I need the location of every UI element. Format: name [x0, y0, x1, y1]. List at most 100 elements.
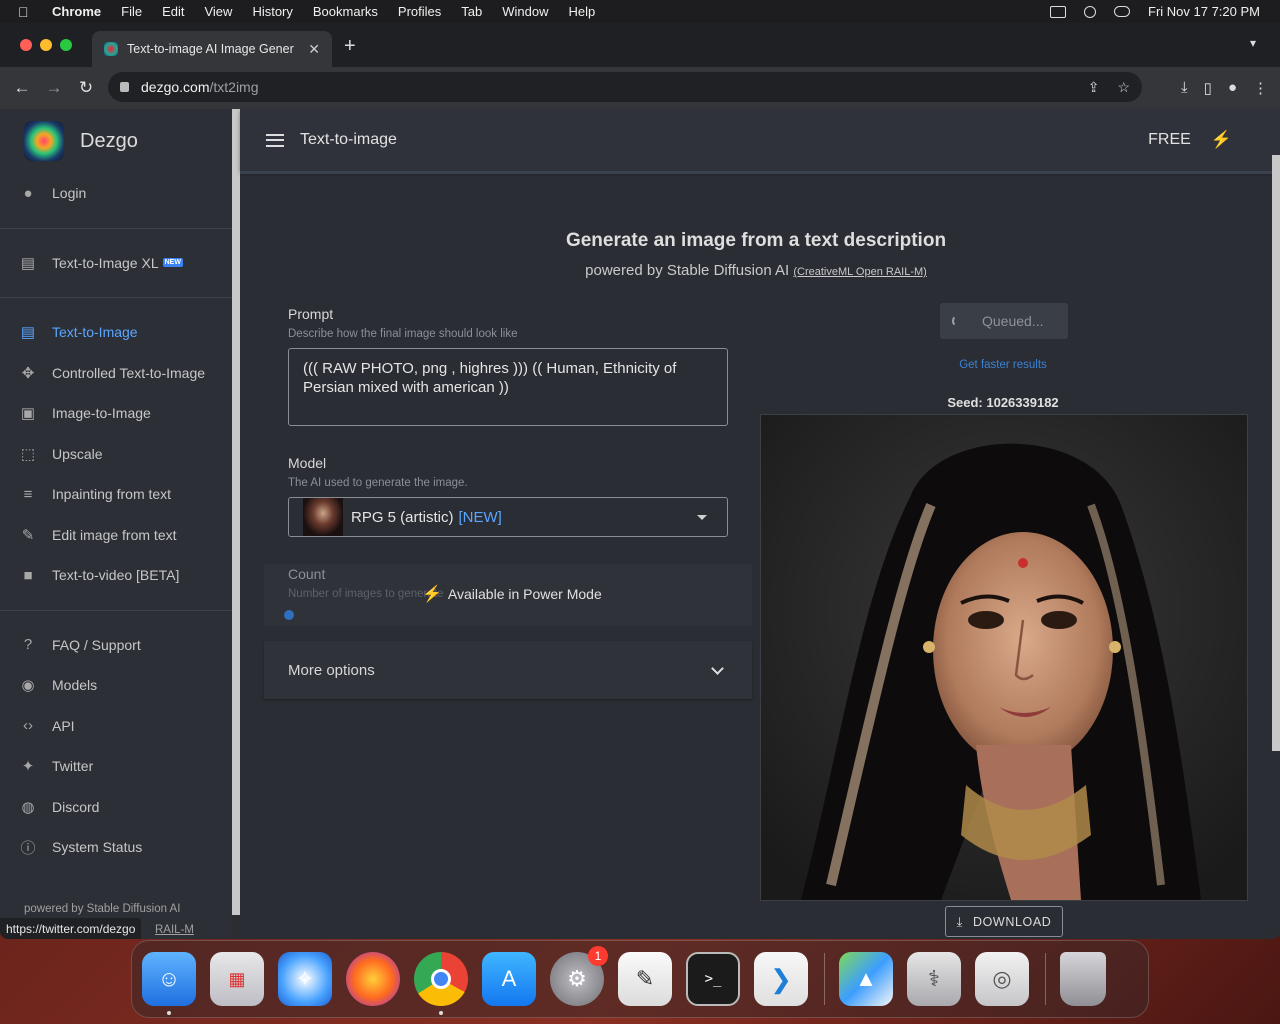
- bookmark-star-icon[interactable]: ☆: [1117, 79, 1130, 96]
- lock-icon[interactable]: [120, 82, 129, 92]
- zoom-window-button[interactable]: [60, 39, 72, 51]
- chevron-down-icon: [711, 662, 724, 675]
- plan-label: FREE: [1148, 131, 1191, 148]
- sidebar-item-upscale[interactable]: ⬚ Upscale: [0, 434, 232, 475]
- power-mode-notice[interactable]: ⚡ Available in Power Mode: [422, 584, 602, 604]
- sidebar-item-label: Image-to-Image: [52, 405, 151, 422]
- sidebar-item-text-to-image[interactable]: ▤ Text-to-Image: [0, 312, 232, 353]
- power-mode-text: Available in Power Mode: [447, 586, 602, 602]
- forward-arrow-icon[interactable]: →: [38, 78, 70, 98]
- dropdown-caret-icon: [697, 515, 707, 520]
- control-center-icon[interactable]: [1114, 6, 1130, 17]
- queued-button[interactable]: Queued...: [940, 303, 1068, 339]
- sidebar-divider: [0, 297, 232, 298]
- generated-image[interactable]: [760, 414, 1248, 901]
- maps-icon[interactable]: ▲: [839, 952, 893, 1006]
- brand[interactable]: Dezgo: [0, 109, 232, 173]
- address-bar[interactable]: dezgo.com/txt2img ⇪ ☆: [108, 72, 1142, 102]
- tab-search-chevron-icon[interactable]: ▾: [1250, 36, 1256, 50]
- spotlight-search-icon[interactable]: [1084, 5, 1096, 18]
- chrome-window: Text-to-image AI Image Gener ✕ + ▾ ← → ↻…: [0, 23, 1280, 939]
- macos-menubar:  Chrome File Edit View History Bookmark…: [0, 0, 1280, 23]
- sidebar-item-faq[interactable]: ? FAQ / Support: [0, 625, 232, 666]
- reload-icon[interactable]: ↻: [70, 78, 102, 98]
- profile-avatar-icon[interactable]: ●: [1228, 79, 1237, 97]
- url-host: dezgo.com: [141, 79, 210, 95]
- browser-tab-active[interactable]: Text-to-image AI Image Gener ✕: [92, 31, 332, 67]
- sidebar-item-discord[interactable]: ◍ Discord: [0, 787, 232, 828]
- preview-icon[interactable]: ◎: [975, 952, 1029, 1006]
- sidebar-scrollbar[interactable]: [232, 109, 240, 915]
- sidebar-item-label: Models: [52, 677, 98, 694]
- back-arrow-icon[interactable]: ←: [6, 78, 38, 98]
- screen-mirroring-icon[interactable]: [1050, 5, 1066, 18]
- chat-icon: ▤: [20, 324, 36, 342]
- twitter-icon: ✦: [21, 758, 35, 776]
- page-title: Text-to-image: [300, 131, 397, 148]
- sidebar-item-login[interactable]: ● Login: [0, 173, 232, 214]
- sidebar-item-models[interactable]: ◉ Models: [0, 665, 232, 706]
- sidebar-divider: [0, 609, 232, 611]
- safari-icon[interactable]: ✧: [278, 952, 332, 1006]
- firefox-icon[interactable]: [346, 952, 400, 1006]
- plan-indicator[interactable]: FREE ⚡: [1148, 130, 1232, 150]
- close-tab-icon[interactable]: ✕: [308, 41, 320, 58]
- sidebar-item-system-status[interactable]: ⓘ System Status: [0, 827, 232, 868]
- sidebar-footer: powered by Stable Diffusion AI: [24, 903, 181, 915]
- new-tab-icon[interactable]: +: [344, 35, 356, 58]
- hamburger-menu-icon[interactable]: [266, 133, 284, 147]
- menubar-clock[interactable]: Fri Nov 17 7:20 PM: [1148, 4, 1260, 19]
- textedit-icon[interactable]: ✎: [618, 952, 672, 1006]
- menu-window[interactable]: Window: [502, 4, 548, 19]
- download-button[interactable]: ⤓ DOWNLOAD: [945, 906, 1063, 937]
- sidebar-license-link[interactable]: RAIL-M: [155, 924, 194, 936]
- finder-icon[interactable]: ☺: [142, 952, 196, 1015]
- system-settings-icon[interactable]: ⚙ 1: [550, 946, 608, 1006]
- menu-app-name[interactable]: Chrome: [52, 4, 101, 19]
- page-scrollbar[interactable]: [1272, 155, 1280, 751]
- side-panel-icon[interactable]: ▯: [1204, 79, 1212, 97]
- model-new-tag: [NEW]: [458, 508, 502, 526]
- menu-bookmarks[interactable]: Bookmarks: [313, 4, 378, 19]
- sidebar-item-twitter[interactable]: ✦ Twitter: [0, 746, 232, 787]
- queued-label: Queued...: [982, 313, 1044, 329]
- model-select[interactable]: RPG 5 (artistic) [NEW]: [288, 497, 728, 537]
- more-options-expander[interactable]: More options: [264, 641, 752, 699]
- menu-file[interactable]: File: [121, 4, 142, 19]
- menu-help[interactable]: Help: [569, 4, 596, 19]
- share-icon[interactable]: ⇪: [1088, 79, 1100, 96]
- sidebar-item-inpainting[interactable]: ≡ Inpainting from text: [0, 474, 232, 515]
- sidebar-item-text-to-image-xl[interactable]: ▤ Text-to-Image XL NEW: [0, 243, 232, 284]
- vscode-icon[interactable]: ❯: [754, 952, 808, 1006]
- chrome-menu-icon[interactable]: ⋮: [1253, 79, 1268, 97]
- minimize-window-button[interactable]: [40, 39, 52, 51]
- sidebar-item-text-to-video[interactable]: ■ Text-to-video [BETA]: [0, 555, 232, 596]
- downloads-icon[interactable]: ⤓: [1181, 79, 1188, 97]
- menu-tab[interactable]: Tab: [461, 4, 482, 19]
- trash-icon[interactable]: [1060, 952, 1106, 1006]
- menubar-status-area: Fri Nov 17 7:20 PM: [1050, 4, 1260, 19]
- model-value: RPG 5 (artistic): [351, 508, 454, 526]
- license-link[interactable]: (CreativeML Open RAIL-M): [793, 266, 926, 278]
- faster-results-link[interactable]: Get faster results: [760, 359, 1246, 371]
- prompt-textarea[interactable]: ((( RAW PHOTO, png , highres ))) (( Huma…: [288, 348, 728, 426]
- model-thumbnail: [303, 498, 343, 536]
- sidebar-item-edit-image[interactable]: ✎ Edit image from text: [0, 515, 232, 556]
- menu-view[interactable]: View: [204, 4, 232, 19]
- terminal-icon[interactable]: >_: [686, 952, 740, 1006]
- sidebar-item-api[interactable]: ‹› API: [0, 706, 232, 747]
- window-controls: [20, 39, 72, 51]
- menu-edit[interactable]: Edit: [162, 4, 184, 19]
- sidebar-item-image-to-image[interactable]: ▣ Image-to-Image: [0, 393, 232, 434]
- launchpad-icon[interactable]: ▦: [210, 952, 264, 1006]
- disk-utility-icon[interactable]: ⚕: [907, 952, 961, 1006]
- sidebar-item-controlled-text-to-image[interactable]: ✥ Controlled Text-to-Image: [0, 353, 232, 394]
- apple-icon[interactable]: : [18, 4, 38, 20]
- main-content: Text-to-image FREE ⚡ Generate an image f…: [240, 109, 1280, 939]
- menu-profiles[interactable]: Profiles: [398, 4, 441, 19]
- chrome-icon[interactable]: [414, 952, 468, 1015]
- menu-history[interactable]: History: [252, 4, 292, 19]
- close-window-button[interactable]: [20, 39, 32, 51]
- app-store-icon[interactable]: A: [482, 952, 536, 1006]
- sidebar-item-label: Twitter: [52, 758, 94, 775]
